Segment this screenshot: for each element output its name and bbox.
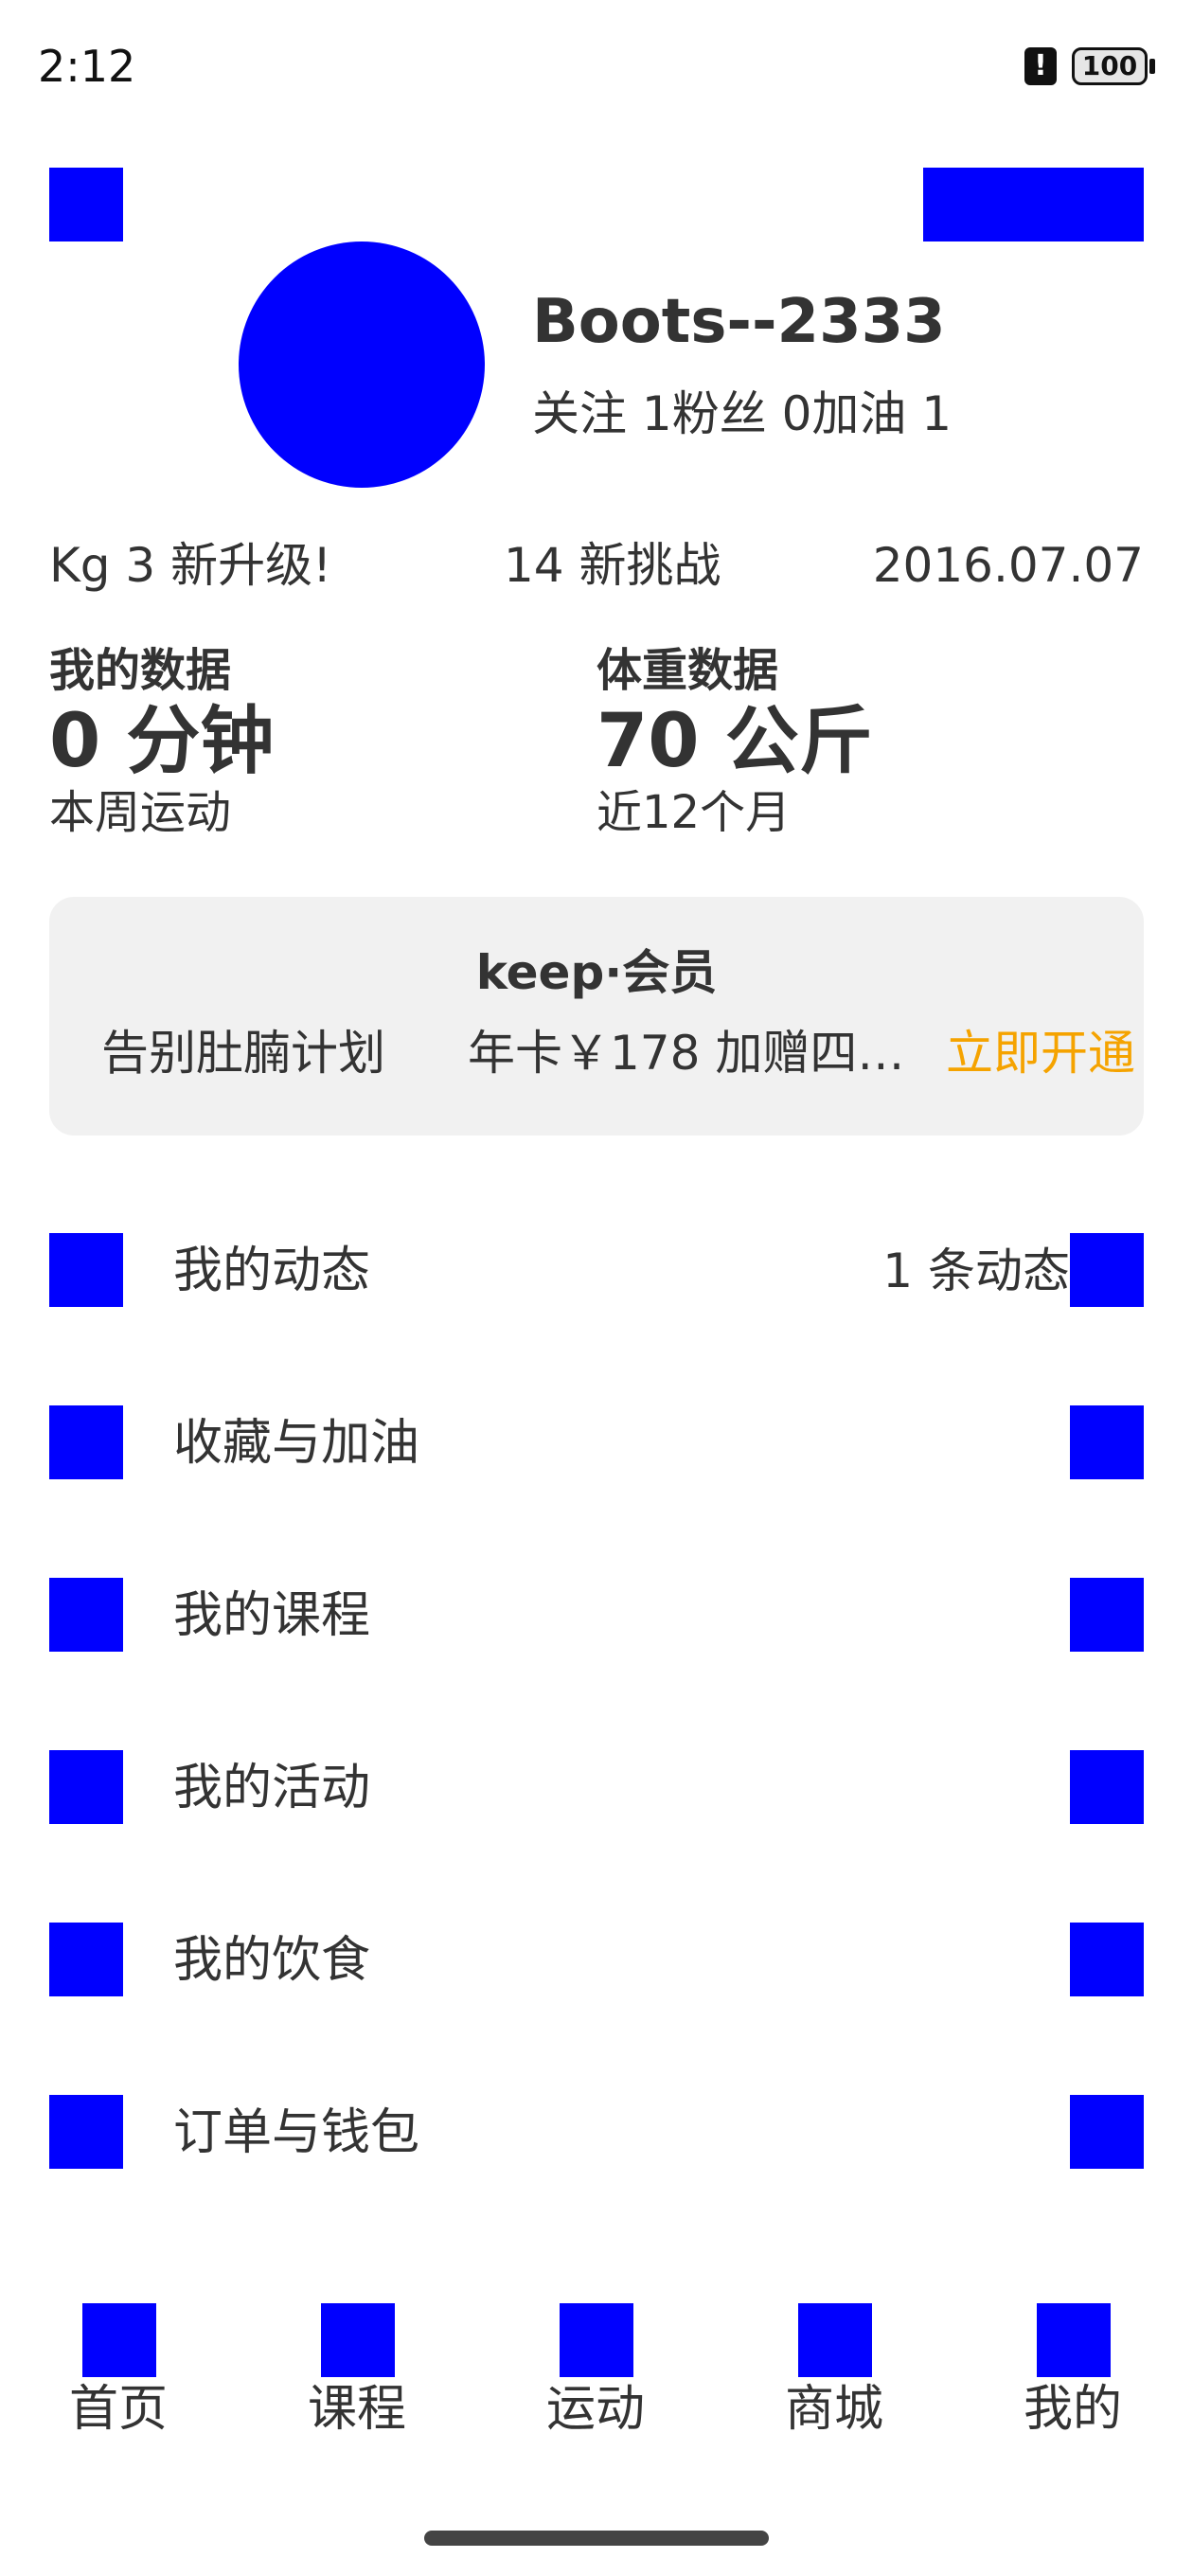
chevron-right-icon [1070,2095,1144,2169]
weight-data-block[interactable]: 体重数据 70 公斤 近12个月 [596,642,873,841]
username: Boots--2333 [532,287,946,357]
nav-tab-label: 商城 [784,2381,883,2438]
menu-item-label: 我的活动 [173,1760,371,1816]
battery-tip [1149,59,1155,74]
menu-item-favorites[interactable]: 收藏与加油 [0,1405,1193,1481]
home-icon [82,2303,156,2377]
menu-item-diet[interactable]: 我的饮食 [0,1923,1193,1998]
chevron-right-icon [1070,1750,1144,1824]
favorites-icon [49,1405,123,1479]
menu-item-label: 收藏与加油 [173,1415,420,1472]
settings-icon[interactable] [49,168,123,242]
weight-data-value: 70 公斤 [596,699,873,784]
follow-stats[interactable]: 关注 1粉丝 0加油 1 [532,384,952,444]
nav-tab-label: 首页 [68,2381,168,2438]
nav-tab-courses[interactable]: 课程 [281,2303,433,2438]
membership-title: keep·会员 [475,945,718,1000]
weight-data-title: 体重数据 [596,644,779,697]
my-data-value: 0 分钟 [49,699,275,784]
chevron-right-icon [1070,1405,1144,1479]
my-data-title: 我的数据 [49,644,232,697]
courses-icon [49,1578,123,1652]
menu-item-orders-wallet[interactable]: 订单与钱包 [0,2095,1193,2171]
shop-icon [798,2303,872,2377]
battery-icon: 100 [1072,47,1148,85]
nav-tab-label: 运动 [545,2381,645,2438]
activity-feed-icon [49,1233,123,1307]
my-data-subtitle: 本周运动 [49,786,232,839]
avatar[interactable] [239,242,485,488]
membership-open-button[interactable]: 立即开通 [946,1023,1135,1083]
menu-item-count: 1 条动态 [882,1243,1070,1298]
nav-tab-home[interactable]: 首页 [43,2303,194,2438]
nav-tab-me[interactable]: 我的 [997,2303,1148,2438]
menu-item-label: 我的饮食 [173,1932,371,1989]
profile-icon [1037,2303,1111,2377]
level-badge[interactable]: Kg 3 新升级! [49,535,331,596]
membership-offer: 年卡￥178 加赠四个月会员 [468,1026,946,1081]
wallet-icon [49,2095,123,2169]
sports-icon [560,2303,633,2377]
alert-icon: ! [1024,47,1057,85]
menu-item-label: 我的动态 [173,1243,371,1299]
courses-nav-icon [321,2303,395,2377]
challenges-count[interactable]: 14 新挑战 [504,535,721,596]
chevron-right-icon [1070,1923,1144,1996]
menu-item-activities[interactable]: 我的动态 1 条动态 [0,1233,1193,1309]
menu-item-courses[interactable]: 我的课程 [0,1578,1193,1654]
home-indicator[interactable] [424,2531,769,2546]
top-right-action-button[interactable] [923,168,1144,242]
chevron-right-icon [1070,1233,1144,1307]
nav-tab-sports[interactable]: 运动 [520,2303,671,2438]
nav-tab-label: 课程 [307,2381,406,2438]
nav-tab-label: 我的 [1023,2381,1122,2438]
nav-tab-shop[interactable]: 商城 [758,2303,910,2438]
membership-card[interactable]: keep·会员 告别肚腩计划 年卡￥178 加赠四个月会员 立即开通 [49,897,1144,1136]
menu-item-label: 我的课程 [173,1587,371,1644]
events-icon [49,1750,123,1824]
membership-plan: 告别肚腩计划 [101,1026,385,1081]
status-time: 2:12 [38,41,136,92]
my-data-block[interactable]: 我的数据 0 分钟 本周运动 [49,642,274,841]
join-date: 2016.07.07 [872,538,1144,593]
diet-icon [49,1923,123,1996]
menu-item-label: 订单与钱包 [173,2104,420,2161]
weight-data-subtitle: 近12个月 [596,786,792,839]
menu-item-events[interactable]: 我的活动 [0,1750,1193,1826]
chevron-right-icon [1070,1578,1144,1652]
